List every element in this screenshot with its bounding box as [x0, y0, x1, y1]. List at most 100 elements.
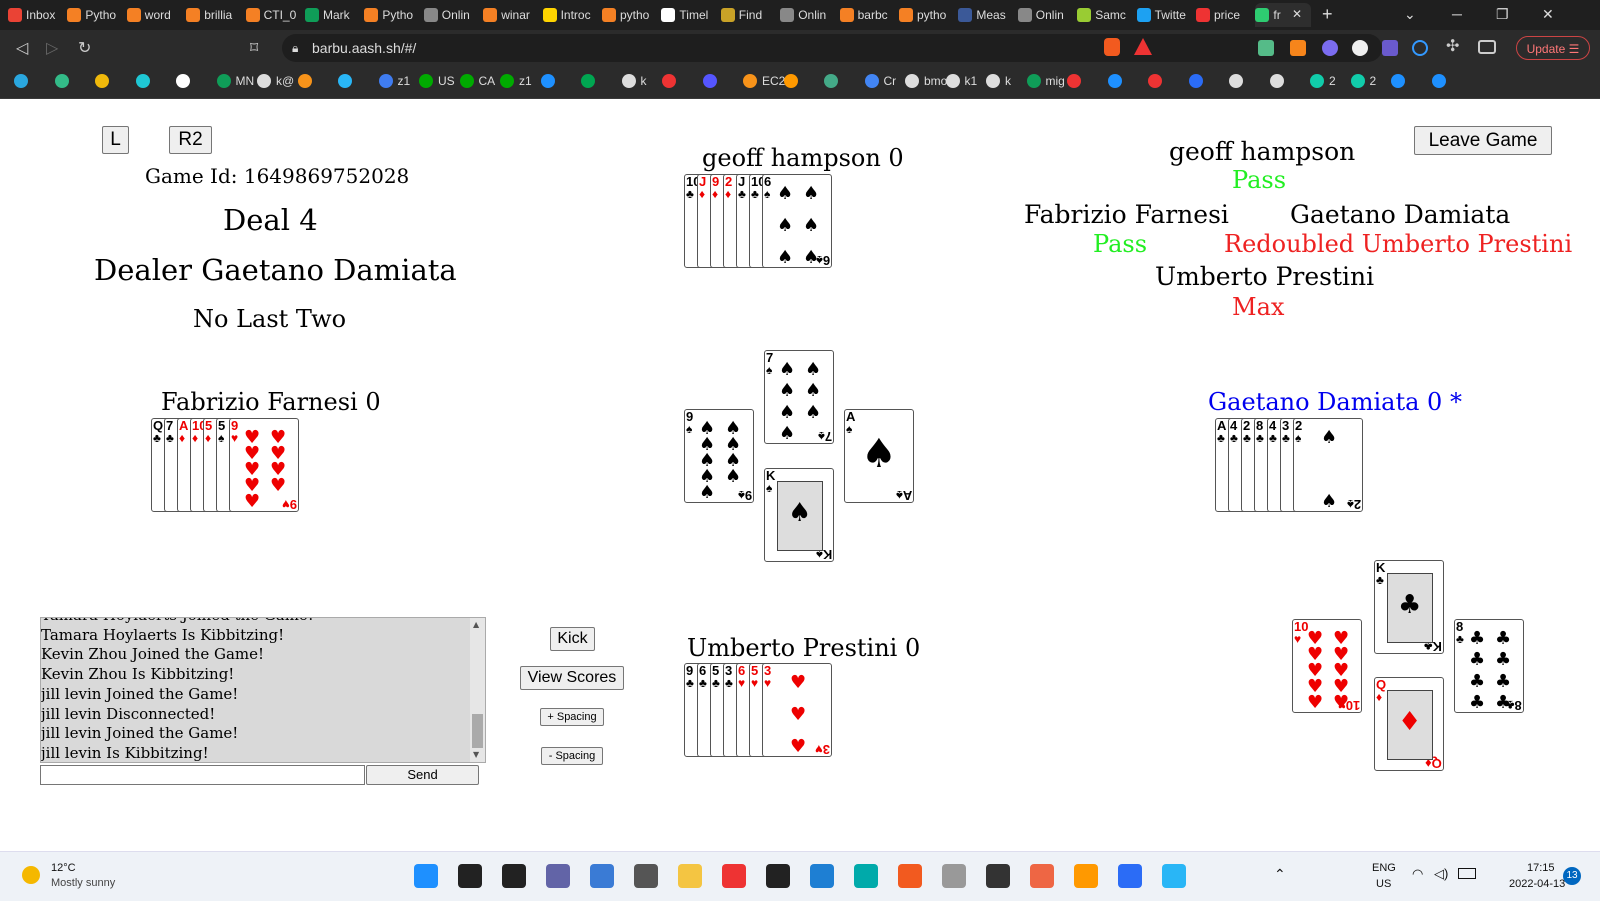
bookmark-item[interactable]: 2 [1310, 74, 1336, 88]
bookmark-item[interactable] [1431, 74, 1451, 88]
scroll-down-icon[interactable]: ▼ [473, 750, 479, 759]
browser-tab[interactable]: brillia [186, 3, 242, 27]
bookmark-item[interactable] [1391, 74, 1410, 88]
browser-tab[interactable]: Onlin [423, 3, 480, 27]
bookmark-item[interactable] [702, 74, 722, 88]
clock-time[interactable]: 17:15 [1527, 862, 1555, 874]
bookmark-item[interactable]: MN [216, 74, 254, 88]
browser-tab[interactable]: pytho [899, 3, 955, 27]
leave-game-button[interactable]: Leave Game [1414, 126, 1552, 155]
teams-icon[interactable] [546, 864, 570, 888]
playing-card[interactable]: 9 ♥ 9♥ ♥ ♥ ♥ ♥ ♥ ♥ ♥ ♥ ♥ [229, 418, 299, 512]
itunes-icon[interactable] [942, 864, 966, 888]
calculator-icon[interactable] [634, 864, 658, 888]
brave-shield-icon[interactable] [1104, 38, 1120, 56]
playing-card[interactable]: 8 ♣ 8♣ ♣ ♣ ♣ ♣ ♣ ♣ ♣ ♣ [1454, 619, 1524, 713]
browser-tab[interactable]: Timel [661, 3, 717, 27]
extension-purple-icon[interactable] [1322, 40, 1338, 56]
bookmark-item[interactable]: mig [1026, 74, 1065, 88]
browser-tab[interactable]: word [126, 3, 183, 27]
bookmark-item[interactable]: US [419, 74, 455, 88]
maximize-button[interactable]: ❐ [1496, 6, 1509, 23]
extensions-icon[interactable] [1258, 40, 1274, 56]
browser-tab[interactable]: Samc [1077, 3, 1133, 27]
playing-card[interactable]: 2 ♠ 2♠ ♠ ♠ [1293, 418, 1363, 512]
view-scores-button[interactable]: View Scores [520, 666, 624, 690]
notepad-icon[interactable] [1118, 864, 1142, 888]
weather-desc[interactable]: Mostly sunny [51, 877, 115, 889]
chat-log[interactable]: ▲ ▼ Tamara Hoylaerts Joined the Game!Tam… [40, 617, 486, 763]
reload-icon[interactable]: ↻ [78, 38, 91, 58]
terminal-icon[interactable] [766, 864, 790, 888]
bookmark-item[interactable]: Cr [864, 74, 896, 88]
minimize-button[interactable]: ─ [1452, 6, 1462, 22]
browser-tab[interactable]: Mark [305, 3, 361, 27]
close-tab-icon[interactable]: ✕ [1292, 7, 1302, 21]
bookmark-item[interactable] [662, 74, 681, 88]
notification-badge[interactable]: 13 [1563, 867, 1581, 885]
browser-tab[interactable]: Inbox [8, 3, 64, 27]
edge-icon[interactable] [854, 864, 878, 888]
scroll-up-icon[interactable]: ▲ [473, 620, 479, 629]
playing-card[interactable]: 6 ♠ 6♠ ♠ ♠ ♠ ♠ ♠ ♠ [762, 174, 832, 268]
playing-card[interactable]: 7 ♠ 7♠ ♠ ♠ ♠ ♠ ♠ ♠ ♠ [764, 350, 834, 444]
bookmark-item[interactable]: k [986, 74, 1011, 88]
browser-tab[interactable]: Find [720, 3, 777, 27]
browser-tab[interactable]: Meas [958, 3, 1014, 27]
send-button[interactable]: Send [366, 765, 479, 785]
bookmark-item[interactable] [1229, 74, 1248, 88]
bookmark-item[interactable]: k1 [945, 74, 977, 88]
bookmark-item[interactable]: z1 [378, 74, 410, 88]
extension-white-icon[interactable] [1352, 40, 1368, 56]
browser-tab[interactable]: Pytho [67, 3, 123, 27]
bookmark-item[interactable] [1107, 74, 1127, 88]
extension-blue-icon[interactable] [1412, 40, 1428, 56]
bookmark-item[interactable] [581, 74, 600, 88]
bookmark-item[interactable] [1067, 74, 1086, 88]
playing-card[interactable]: 9 ♠ 9♠ ♠ ♠ ♠ ♠ ♠ ♠ ♠ ♠ ♠ [684, 409, 754, 503]
bookmark-item[interactable] [783, 74, 803, 88]
browser-tab[interactable]: price [1196, 3, 1252, 27]
tray-chevron-icon[interactable]: ⌃ [1274, 866, 1286, 883]
browser-tab[interactable]: barbc [839, 3, 896, 27]
bookmark-item[interactable] [135, 74, 155, 88]
tab-search-icon[interactable]: ⌄ [1404, 6, 1416, 23]
playing-card[interactable]: K ♣ K♣ ♣ [1374, 560, 1444, 654]
bookmark-item[interactable]: bmo [905, 74, 947, 88]
weather-icon[interactable] [22, 866, 40, 884]
metamask-icon[interactable] [1290, 40, 1306, 56]
start-icon[interactable] [414, 864, 438, 888]
bookmark-item[interactable] [54, 74, 74, 88]
task-view-icon[interactable] [502, 864, 526, 888]
weather-temp[interactable]: 12°C [51, 862, 76, 874]
playing-card[interactable]: 3 ♥ 3♥ ♥ ♥ ♥ [762, 663, 832, 757]
wifi-icon[interactable]: ◠ [1412, 866, 1423, 882]
region-indicator[interactable]: US [1376, 878, 1391, 890]
bookmark-item[interactable]: z1 [500, 74, 532, 88]
increase-spacing-button[interactable]: + Spacing [540, 708, 604, 726]
battery-icon[interactable] [1458, 868, 1476, 879]
browser-tab[interactable]: Onlin [780, 3, 836, 27]
puzzle-icon[interactable]: ✣ [1446, 36, 1459, 56]
console-icon[interactable] [986, 864, 1010, 888]
browser-tab[interactable]: Onlin [1017, 3, 1074, 27]
address-bar[interactable]: 🔒︎ barbu.aash.sh/#/ [282, 34, 1382, 62]
bookmark-item[interactable] [95, 74, 114, 88]
browser-icon[interactable] [590, 864, 614, 888]
new-tab-button[interactable]: + [1322, 4, 1333, 25]
update-button[interactable]: Update ☰ [1516, 36, 1590, 60]
playing-card[interactable]: 10 ♥ 10♥ ♥ ♥ ♥ ♥ ♥ ♥ ♥ ♥ ♥ ♥ [1292, 619, 1362, 713]
bookmark-item[interactable] [297, 74, 317, 88]
bookmark-icon[interactable]: ⌑ [250, 38, 258, 58]
bookmark-item[interactable]: 2 [1350, 74, 1376, 88]
bookmark-item[interactable]: k [621, 74, 647, 88]
browser-tab[interactable]: Pytho [364, 3, 420, 27]
slack-icon[interactable] [722, 864, 746, 888]
volume-icon[interactable]: ◁) [1434, 866, 1448, 882]
chat-input[interactable] [40, 765, 365, 785]
browser-tab[interactable]: pytho [602, 3, 658, 27]
bookmark-item[interactable] [1148, 74, 1167, 88]
file-explorer-icon[interactable] [678, 864, 702, 888]
forward-icon[interactable]: ▷ [46, 38, 58, 58]
sublime-icon[interactable] [1074, 864, 1098, 888]
